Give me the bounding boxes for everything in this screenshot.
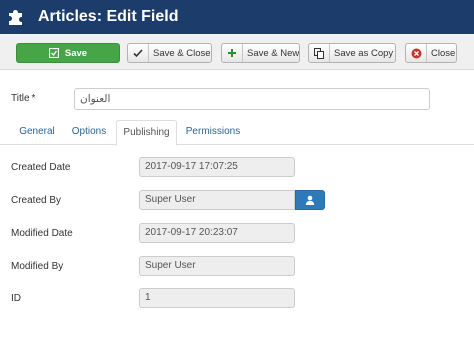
save-close-button[interactable]: Save & Close	[127, 43, 212, 63]
created-by-label: Created By	[11, 195, 62, 206]
tab-publishing[interactable]: Publishing	[116, 120, 177, 146]
save-copy-button[interactable]: Save as Copy	[308, 43, 396, 63]
puzzle-icon	[9, 10, 22, 25]
title-value: العنوان	[80, 93, 111, 105]
required-marker: *	[31, 93, 36, 104]
modified-date-field: 2017-09-17 20:23:07	[139, 223, 295, 243]
page-title: Articles: Edit Field	[38, 8, 179, 25]
title-label-text: Title	[11, 93, 30, 104]
save-button[interactable]: Save	[16, 43, 120, 63]
modified-date-label: Modified Date	[11, 228, 73, 239]
title-label: Title *	[11, 93, 35, 104]
created-date-label: Created Date	[11, 162, 71, 173]
tab-options[interactable]: Options	[64, 120, 114, 145]
save-copy-label: Save as Copy	[334, 47, 394, 59]
created-by-field: Super User	[139, 190, 295, 210]
id-field: 1	[139, 288, 295, 308]
save-icon	[48, 44, 59, 62]
tab-general[interactable]: General	[12, 120, 62, 145]
page-header: Articles: Edit Field	[0, 0, 474, 34]
select-user-button[interactable]	[295, 190, 325, 210]
id-label: ID	[11, 293, 21, 304]
title-input[interactable]: العنوان	[74, 88, 430, 110]
save-new-button[interactable]: Save & New	[221, 43, 300, 63]
copy-icon	[309, 44, 330, 62]
created-date-field: 2017-09-17 17:07:25	[139, 157, 295, 177]
user-icon	[305, 195, 315, 205]
close-label: Close	[431, 47, 456, 59]
save-label: Save	[64, 47, 88, 59]
toolbar: Save Save & Close Save & New Save as Cop…	[0, 34, 474, 70]
plus-icon	[222, 44, 243, 62]
save-close-label: Save & Close	[153, 47, 211, 59]
check-icon	[128, 44, 149, 62]
modified-by-field: Super User	[139, 256, 295, 276]
tab-permissions[interactable]: Permissions	[179, 120, 247, 145]
cancel-icon	[406, 44, 427, 62]
tab-bar: General Options Publishing Permissions	[0, 120, 474, 146]
save-new-label: Save & New	[247, 47, 300, 59]
modified-by-label: Modified By	[11, 261, 64, 272]
close-button[interactable]: Close	[405, 43, 457, 63]
